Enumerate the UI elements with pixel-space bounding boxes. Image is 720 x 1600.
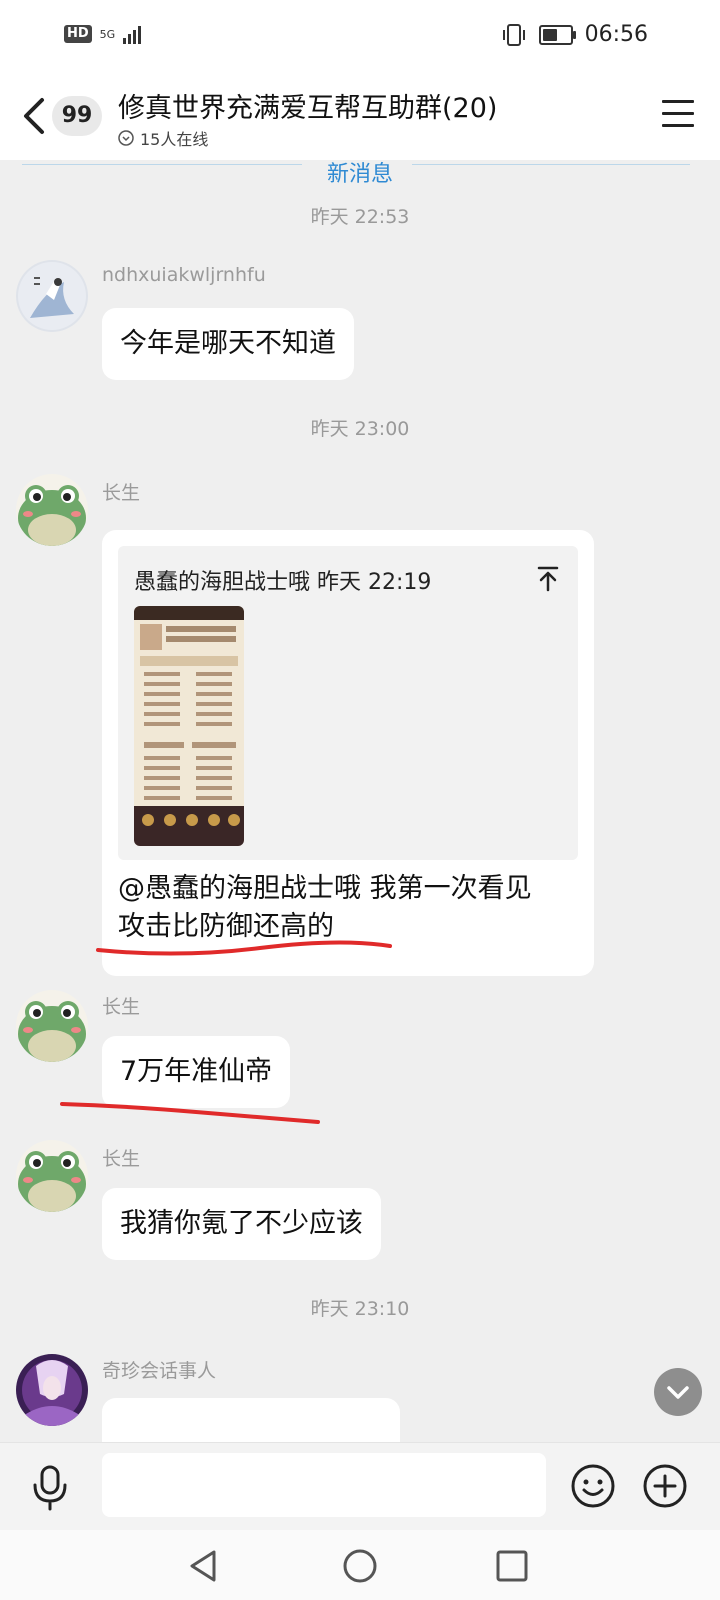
hd-badge: HD [64,25,92,43]
vibrate-icon [502,23,525,46]
battery-icon [538,24,576,45]
jump-to-message-button[interactable] [532,562,564,594]
chat-header: 99 修真世界充满爱互帮互助群(20) 15人在线 [0,72,720,160]
sender-name: 奇珍会话事人 [102,1360,217,1382]
quoted-message-header: 愚蠢的海胆战士哦 昨天 22:19 [134,570,432,595]
game-screenshot-image [134,606,244,846]
emoji-icon [571,1464,615,1508]
nav-back-button[interactable] [184,1546,224,1586]
status-left: HD 5G [64,24,142,44]
message-bubble[interactable]: 我猜你氪了不少应该 [102,1188,381,1260]
battery-fill [542,28,557,41]
mention-line: @愚蠢的海胆战士哦 我第一次看见 [118,873,532,904]
nav-recents-button[interactable] [492,1546,532,1586]
voice-button[interactable] [28,1463,72,1511]
more-actions-button[interactable] [642,1463,688,1509]
group-title[interactable]: 修真世界充满爱互帮互助群(20) [118,86,497,125]
chevron-down-icon [667,1386,689,1399]
quoted-image-thumbnail[interactable] [134,606,244,846]
frog-avatar-image [16,1140,88,1212]
message-list[interactable]: 新消息 昨天 22:53 ndhxuiakwljrnhfu 今年是哪天不知道 昨… [0,160,720,1442]
nav-back-icon [190,1550,216,1582]
sender-name: 长生 [102,1148,141,1170]
new-messages-divider: 新消息 [0,160,720,187]
red-underline-annotation [96,940,392,956]
avatar[interactable] [16,474,88,546]
avatar[interactable] [16,1354,88,1426]
microphone-icon [33,1465,67,1511]
signal-icon [123,24,142,44]
sender-name: 长生 [102,996,141,1018]
nav-home-button[interactable] [340,1546,380,1586]
message-bubble[interactable]: 今年是哪天不知道 [102,308,354,380]
back-icon [24,98,44,134]
quoted-message[interactable]: 愚蠢的海胆战士哦 昨天 22:19 [118,546,578,860]
timestamp: 昨天 23:00 [310,418,410,440]
scroll-to-bottom-button[interactable] [654,1368,702,1416]
timestamp: 昨天 23:10 [310,1298,410,1320]
timestamp: 昨天 22:53 [310,206,410,228]
avatar[interactable] [16,1140,88,1212]
back-button[interactable] [16,92,52,140]
message-bubble[interactable]: 愚蠢的海胆战士哦 昨天 22:19 @愚蠢的海胆战士哦 我第一次看见 攻击比防御… [102,530,594,976]
message-text: @愚蠢的海胆战士哦 我第一次看见 攻击比防御还高的 [118,870,588,946]
network-type: 5G [99,27,116,41]
message-bubble[interactable] [102,1398,400,1442]
red-underline-annotation [60,1102,320,1124]
frog-avatar-image [16,474,88,546]
avatar[interactable] [16,260,88,332]
new-messages-label: 新消息 [326,162,393,187]
online-status[interactable]: 15人在线 [118,126,208,150]
online-count: 15人在线 [140,130,209,149]
menu-icon [662,100,694,127]
message-input[interactable] [102,1453,546,1517]
chevron-down-circle-icon [118,130,134,146]
character-avatar-image [16,1354,88,1426]
unread-count-badge[interactable]: 99 [52,96,102,136]
plus-icon [643,1464,687,1508]
nav-home-icon [343,1549,377,1583]
jump-to-message-icon [537,566,559,592]
emoji-button[interactable] [570,1463,616,1509]
nav-recents-icon [496,1550,528,1582]
status-right: 06:56 [501,22,648,47]
status-bar: HD 5G 06:56 [0,0,720,72]
avatar-image [16,260,88,332]
frog-avatar-image [16,990,88,1062]
message-input-bar [0,1442,720,1531]
clock: 06:56 [584,22,648,47]
avatar[interactable] [16,990,88,1062]
sender-name: 长生 [102,482,141,504]
sender-name: ndhxuiakwljrnhfu [102,264,266,286]
menu-button[interactable] [662,100,694,130]
system-navigation-bar [0,1530,720,1600]
